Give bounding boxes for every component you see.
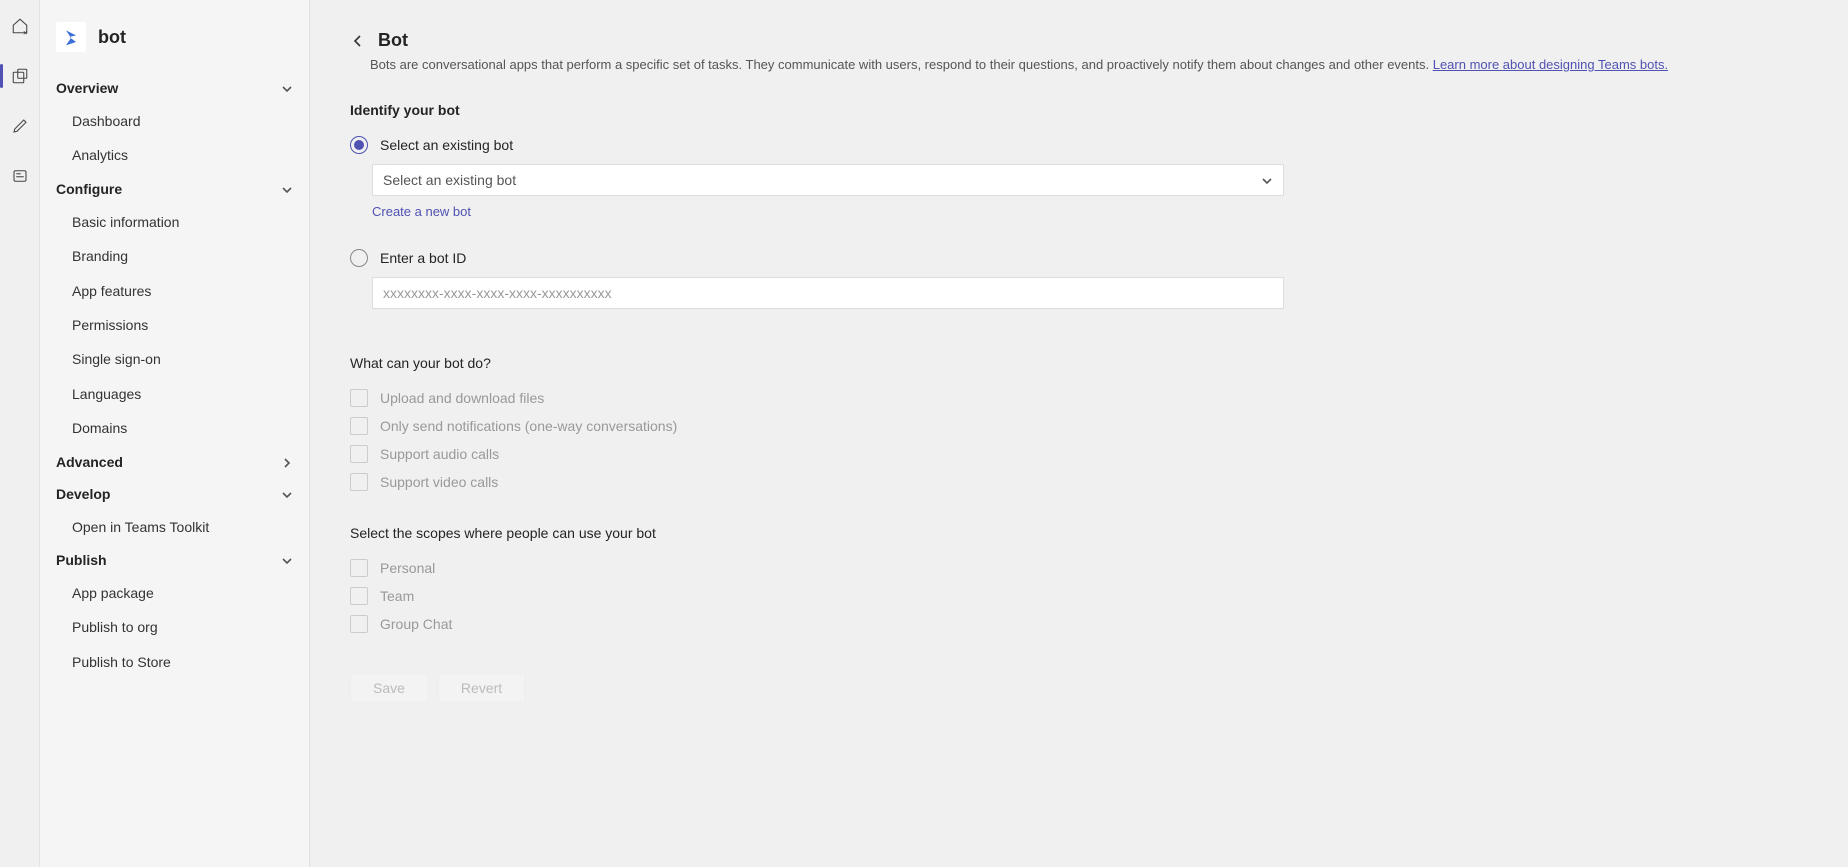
nav-single-sign-on[interactable]: Single sign-on	[50, 342, 299, 376]
section-overview[interactable]: Overview	[50, 72, 299, 104]
section-advanced[interactable]: Advanced	[50, 446, 299, 478]
radio-select-existing[interactable]: Select an existing bot	[350, 136, 1808, 154]
nav-permissions[interactable]: Permissions	[50, 308, 299, 342]
page-title: Bot	[378, 30, 408, 51]
bot-id-input[interactable]: xxxxxxxx-xxxx-xxxx-xxxx-xxxxxxxxxx	[372, 277, 1284, 309]
sidebar: bot Overview Dashboard Analytics Configu…	[40, 0, 310, 867]
chevron-left-icon	[350, 33, 366, 49]
section-overview-label: Overview	[56, 80, 118, 96]
revert-button[interactable]: Revert	[438, 673, 525, 703]
chevron-down-icon	[281, 183, 293, 195]
card-icon	[11, 167, 29, 185]
capability-audio[interactable]: Support audio calls	[350, 445, 1808, 463]
capability-video[interactable]: Support video calls	[350, 473, 1808, 491]
section-publish-label: Publish	[56, 552, 107, 568]
nav-app-features[interactable]: App features	[50, 274, 299, 308]
app-title: bot	[98, 27, 126, 48]
section-configure[interactable]: Configure	[50, 173, 299, 205]
nav-basic-information[interactable]: Basic information	[50, 205, 299, 239]
input-placeholder: xxxxxxxx-xxxx-xxxx-xxxx-xxxxxxxxxx	[383, 285, 612, 301]
rail-tools[interactable]	[0, 160, 40, 192]
pencil-icon	[11, 117, 29, 135]
radio-icon	[350, 136, 368, 154]
scopes-heading: Select the scopes where people can use y…	[350, 525, 1808, 541]
rail-home[interactable]	[0, 10, 40, 42]
section-develop-label: Develop	[56, 486, 110, 502]
checkbox-icon	[350, 587, 368, 605]
select-existing-bot-dropdown[interactable]: Select an existing bot	[372, 164, 1284, 196]
dropdown-value: Select an existing bot	[383, 172, 516, 188]
nav-open-toolkit[interactable]: Open in Teams Toolkit	[50, 510, 299, 544]
checkbox-icon	[350, 615, 368, 633]
nav-publish-to-store[interactable]: Publish to Store	[50, 645, 299, 679]
capabilities-heading: What can your bot do?	[350, 355, 1808, 371]
identify-heading: Identify your bot	[350, 102, 1808, 118]
checkbox-icon	[350, 445, 368, 463]
radio-label: Select an existing bot	[380, 137, 513, 153]
section-develop[interactable]: Develop	[50, 478, 299, 510]
chevron-right-icon	[281, 456, 293, 468]
capability-notify[interactable]: Only send notifications (one-way convers…	[350, 417, 1808, 435]
section-advanced-label: Advanced	[56, 454, 123, 470]
checkbox-icon	[350, 389, 368, 407]
nav-publish-to-org[interactable]: Publish to org	[50, 610, 299, 644]
checkbox-icon	[350, 559, 368, 577]
chevron-down-icon	[281, 554, 293, 566]
scope-team[interactable]: Team	[350, 587, 1808, 605]
nav-app-package[interactable]: App package	[50, 576, 299, 610]
checkbox-icon	[350, 473, 368, 491]
radio-enter-bot-id[interactable]: Enter a bot ID	[350, 249, 1808, 267]
nav-branding[interactable]: Branding	[50, 239, 299, 273]
learn-more-link[interactable]: Learn more about designing Teams bots.	[1433, 57, 1668, 72]
save-button[interactable]: Save	[350, 673, 428, 703]
home-icon	[11, 17, 29, 35]
nav-dashboard[interactable]: Dashboard	[50, 104, 299, 138]
radio-label: Enter a bot ID	[380, 250, 466, 266]
nav-analytics[interactable]: Analytics	[50, 138, 299, 172]
scope-personal[interactable]: Personal	[350, 559, 1808, 577]
rail-edit[interactable]	[0, 110, 40, 142]
rail-apps[interactable]	[0, 60, 40, 92]
capability-upload[interactable]: Upload and download files	[350, 389, 1808, 407]
chevron-down-icon	[281, 82, 293, 94]
section-configure-label: Configure	[56, 181, 122, 197]
back-button[interactable]	[350, 33, 366, 49]
radio-icon	[350, 249, 368, 267]
apps-icon	[11, 67, 29, 85]
chevron-down-icon	[281, 488, 293, 500]
chevron-down-icon	[1261, 174, 1273, 186]
app-logo-icon	[56, 22, 86, 52]
icon-rail	[0, 0, 40, 867]
main-content: Bot Bots are conversational apps that pe…	[310, 0, 1848, 867]
nav-languages[interactable]: Languages	[50, 377, 299, 411]
create-new-bot-link[interactable]: Create a new bot	[372, 204, 471, 219]
page-description: Bots are conversational apps that perfor…	[370, 57, 1808, 72]
scope-group-chat[interactable]: Group Chat	[350, 615, 1808, 633]
checkbox-icon	[350, 417, 368, 435]
app-header: bot	[50, 16, 299, 72]
nav-domains[interactable]: Domains	[50, 411, 299, 445]
section-publish[interactable]: Publish	[50, 544, 299, 576]
